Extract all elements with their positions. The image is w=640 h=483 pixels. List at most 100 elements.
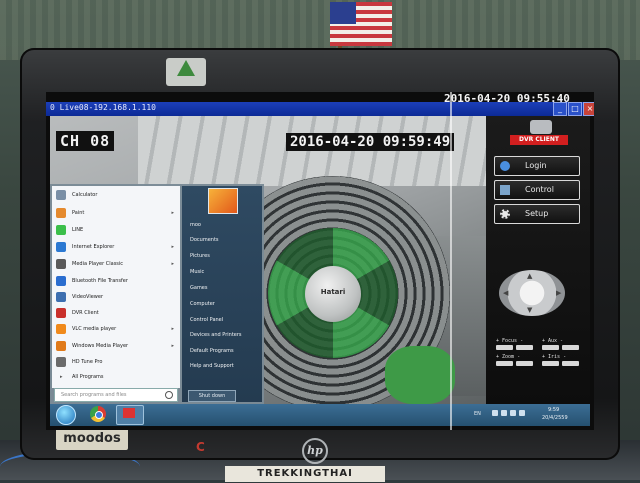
clock-time[interactable]: 9:59 [548,407,559,413]
start-item-media-player-classic[interactable]: Media Player Classic ▸ [54,257,178,271]
start-item-label: LINE [72,227,84,233]
start-right-games[interactable]: Games [190,285,208,291]
window-title: 0 Live08-192.168.1.110 [50,103,156,112]
monitor-icon [500,185,510,195]
ptz-left-arrow-icon[interactable]: ◀ [503,289,508,297]
submenu-arrow-icon: ▸ [171,210,174,216]
media-player-icon [56,259,66,269]
start-item-label: Calculator [72,192,98,198]
start-item-vlc[interactable]: VLC media player ▸ [54,322,178,336]
ptz-right-arrow-icon[interactable]: ▶ [556,289,561,297]
monitor-screen: 2016-04-20 09:55:40 0 Live08-192.168.1.1… [46,92,594,430]
start-item-calculator[interactable]: Calculator [54,188,178,202]
iris-label: + Iris - [542,354,567,360]
start-item-label: Bluetooth File Transfer [72,278,128,284]
start-item-label: Windows Media Player [72,343,129,349]
start-right-pictures[interactable]: Pictures [190,253,210,259]
video-green-object [385,346,455,404]
start-item-line[interactable]: LINE [54,223,178,237]
start-item-label: Paint [72,210,85,216]
start-right-control-panel[interactable]: Control Panel [190,317,223,323]
start-right-default-programs[interactable]: Default Programs [190,348,234,354]
all-programs-label: All Programs [72,374,104,380]
channel-label: CH 08 [56,131,115,151]
language-indicator[interactable]: EN [474,411,481,417]
iris-plus-button[interactable] [542,361,559,366]
brand-sticker: moodos [56,428,128,450]
search-placeholder: Search programs and files [61,392,127,398]
maximize-button[interactable]: □ [568,102,582,116]
tray-volume-icon[interactable] [519,410,525,416]
zoom-plus-button[interactable] [496,361,513,366]
iris-minus-button[interactable] [562,361,579,366]
start-menu-places-pane [182,186,262,402]
wmp-icon [56,341,66,351]
tray-network-icon[interactable] [510,410,516,416]
clock-date[interactable]: 20/4/2559 [542,415,568,421]
start-item-label: VideoViewer [72,294,104,300]
start-right-devices-printers[interactable]: Devices and Printers [190,332,242,338]
minimize-button[interactable]: _ [553,102,567,116]
start-search-input[interactable]: Search programs and files [54,388,178,402]
dvr-client-icon [56,308,66,318]
all-programs-arrow-icon: ▸ [60,374,63,380]
submenu-arrow-icon: ▸ [171,261,174,267]
tray-arrow-icon[interactable] [492,410,498,416]
start-button[interactable] [56,405,76,425]
ie-icon [56,242,66,252]
start-item-windows-media-player[interactable]: Windows Media Player ▸ [54,339,178,353]
window-controls: _ □ × [553,102,594,116]
gear-icon [500,209,510,219]
shutdown-button[interactable]: Shut down [188,390,236,402]
start-item-label: DVR Client [72,310,99,316]
start-right-help-support[interactable]: Help and Support [190,363,234,369]
start-item-bluetooth[interactable]: Bluetooth File Transfer [54,274,178,288]
screen-glare [450,92,452,430]
cctv-camera-icon [530,120,552,134]
chrome-icon-center [95,411,103,419]
submenu-arrow-icon: ▸ [171,326,174,332]
calculator-icon [56,190,66,200]
start-item-label: VLC media player [72,326,117,332]
close-button[interactable]: × [583,102,594,116]
start-item-all-programs[interactable]: ▸ All Programs [54,370,178,384]
start-item-videoviewer[interactable]: VideoViewer [54,290,178,304]
ptz-up-arrow-icon[interactable]: ▲ [527,272,532,280]
start-right-user[interactable]: moo [190,222,201,228]
tray-flag-icon[interactable] [501,410,507,416]
ptz-down-arrow-icon[interactable]: ▼ [527,306,532,314]
hp-logo: hp [302,438,328,464]
start-item-label: Internet Explorer [72,244,115,250]
control-button[interactable]: Control [494,180,580,200]
user-picture[interactable] [208,188,238,214]
aux-plus-button[interactable] [542,345,559,350]
us-flag-canton [330,2,356,24]
login-button[interactable]: Login [494,156,580,176]
start-item-dvr-client[interactable]: DVR Client [54,306,178,320]
start-right-documents[interactable]: Documents [190,237,219,243]
start-right-computer[interactable]: Computer [190,301,215,307]
focus-minus-button[interactable] [516,345,533,350]
aux-minus-button[interactable] [562,345,579,350]
start-item-internet-explorer[interactable]: Internet Explorer ▸ [54,240,178,254]
zoom-label: + Zoom - [496,354,521,360]
bluetooth-icon [56,276,66,286]
focus-plus-button[interactable] [496,345,513,350]
video-viewer-icon [56,292,66,302]
start-item-paint[interactable]: Paint ▸ [54,206,178,220]
user-icon [500,161,510,171]
start-item-label: HD Tune Pro [72,359,103,365]
start-item-hd-tune-pro[interactable]: HD Tune Pro [54,355,178,369]
control-button-label: Control [525,185,554,194]
aux-label: + Aux - [542,338,564,344]
line-icon [56,225,66,235]
zoom-minus-button[interactable] [516,361,533,366]
setup-button[interactable]: Setup [494,204,580,224]
paint-icon [56,208,66,218]
setup-button-label: Setup [525,209,549,218]
login-button-label: Login [525,161,547,170]
fan-brand-label: Hatari [320,288,346,296]
vlc-icon [56,324,66,334]
start-right-music[interactable]: Music [190,269,204,275]
dvr-client-icon [123,408,135,418]
